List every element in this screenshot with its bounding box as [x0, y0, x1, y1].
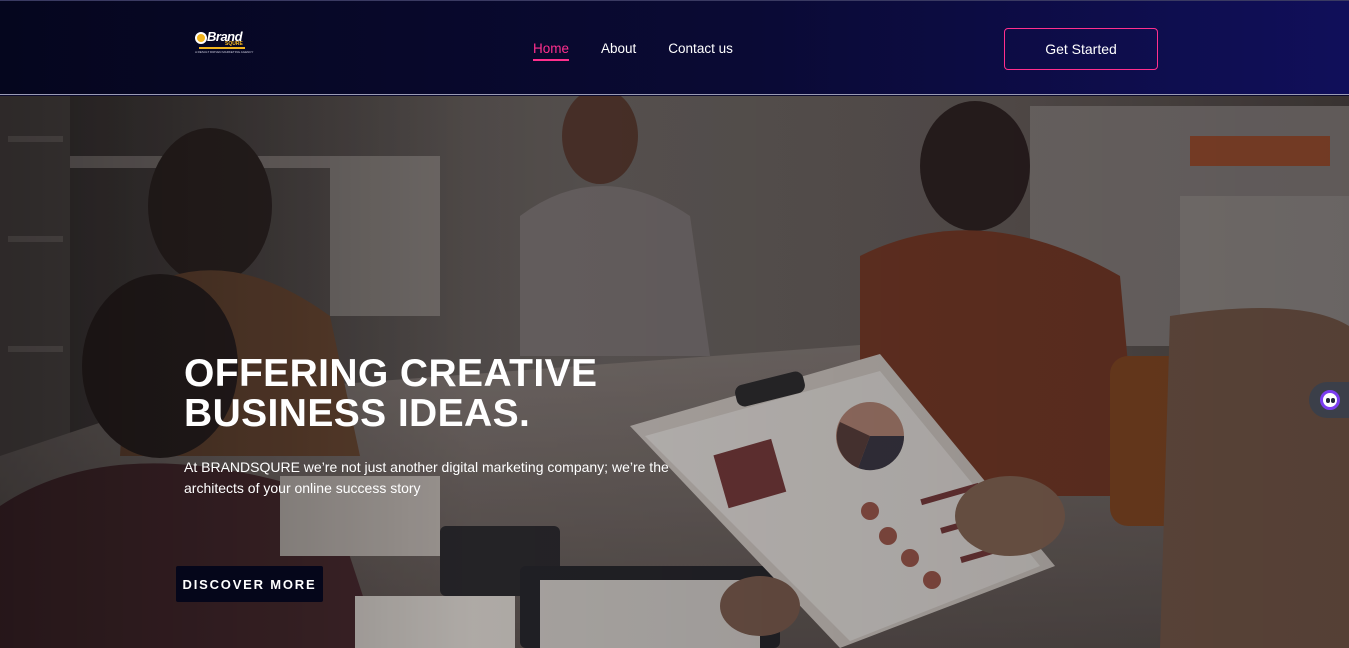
- hero-heading-line-2: BUSINESS IDEAS.: [184, 392, 531, 435]
- logo-emblem-icon: [195, 32, 207, 44]
- logo-tagline: A RESULT DRIVEN MARKETING AGENCY: [195, 50, 254, 54]
- nav-item-home[interactable]: Home: [533, 40, 570, 61]
- chat-bot-eye-right: [1331, 398, 1335, 403]
- chat-widget-tab[interactable]: [1309, 382, 1349, 418]
- nav-item-about[interactable]: About: [601, 40, 636, 60]
- hero-description: At BRANDSQURE we’re not just another dig…: [184, 459, 669, 496]
- hero-heading-line-1: OFFERING CREATIVE: [184, 352, 598, 395]
- hero-heading: OFFERING CREATIVE BUSINESS IDEAS.: [184, 354, 784, 434]
- chat-bot-eye-left: [1326, 398, 1330, 403]
- nav-item-contact[interactable]: Contact us: [668, 40, 733, 60]
- get-started-button[interactable]: Get Started: [1004, 28, 1158, 70]
- top-navbar: Brand SQURE A RESULT DRIVEN MARKETING AG…: [0, 0, 1349, 95]
- hero-section: OFFERING CREATIVE BUSINESS IDEAS. At BRA…: [0, 96, 1349, 648]
- discover-more-button[interactable]: DISCOVER MORE: [176, 566, 323, 602]
- chat-bot-icon: [1320, 390, 1340, 410]
- brand-logo[interactable]: Brand SQURE A RESULT DRIVEN MARKETING AG…: [193, 29, 254, 57]
- logo-underline: [199, 47, 245, 49]
- main-navigation: Home About Contact us: [533, 40, 733, 61]
